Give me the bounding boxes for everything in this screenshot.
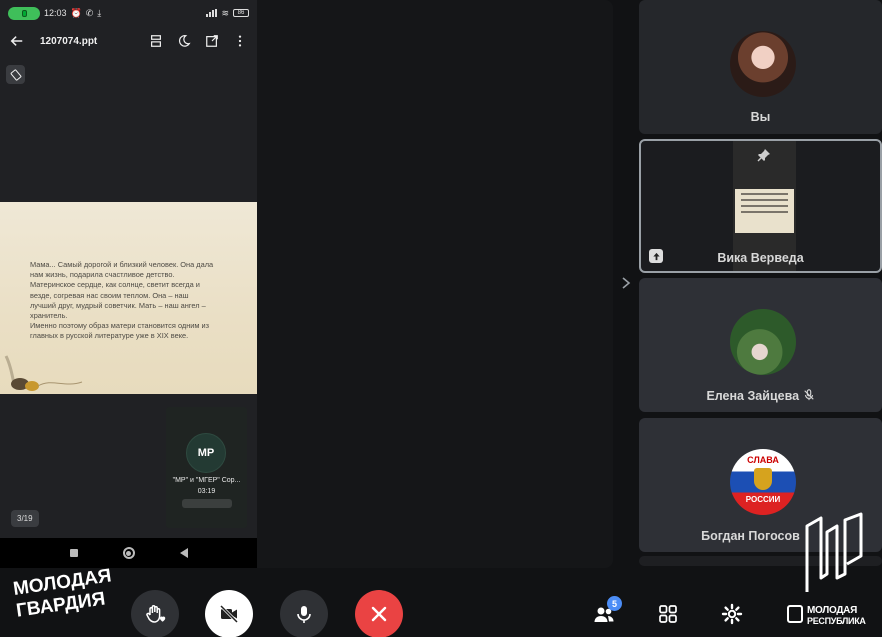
status-time: 12:03 xyxy=(44,8,67,18)
participant-name: Вика Верведа xyxy=(717,251,804,265)
phone-status-bar: 12:03 ⏰ ✆ ⤓ ≋ 86 xyxy=(0,0,257,26)
raise-hand-button[interactable] xyxy=(131,590,179,637)
ongoing-call-icon xyxy=(8,6,40,20)
shared-screen: 12:03 ⏰ ✆ ⤓ ≋ 86 1207074.ppt Мама... Сам… xyxy=(0,0,257,568)
participant-name-text: Елена Зайцева xyxy=(706,389,800,403)
night-mode-icon[interactable] xyxy=(175,32,193,50)
doc-app-bar: 1207074.ppt xyxy=(0,26,257,56)
wifi-icon: ≋ xyxy=(221,7,229,18)
open-external-icon[interactable] xyxy=(203,32,221,50)
slide-line: Именно поэтому образ матери становится о… xyxy=(30,321,210,331)
blurred-text xyxy=(182,499,232,508)
camera-toggle-button[interactable] xyxy=(205,590,253,637)
page-view-icon[interactable] xyxy=(147,32,165,50)
molodaya-gvardiya-logo: МОЛОДАЯ ГВАРДИЯ xyxy=(12,565,113,621)
video-logo: МР xyxy=(186,433,226,473)
participant-tile[interactable]: Елена Зайцева xyxy=(639,278,882,412)
recents-icon[interactable] xyxy=(69,549,78,557)
avatar-bottom-text: РОССИИ xyxy=(745,495,781,504)
slide-line: лучший друг, мудрый советчик. Мать – наш… xyxy=(30,300,206,310)
avatar xyxy=(730,31,796,97)
home-icon[interactable] xyxy=(122,547,135,559)
call-controls-bar xyxy=(0,568,882,637)
mic-off-icon xyxy=(803,389,814,401)
mp-logo-mark xyxy=(805,512,863,592)
alarm-icon: ⏰ xyxy=(70,7,82,18)
chat-video-thumbnail[interactable]: МР "МР" и "МГЕР" Сор... 03:19 xyxy=(166,407,247,528)
participant-name: Елена Зайцева xyxy=(639,389,882,403)
back-arrow-icon[interactable] xyxy=(8,32,26,50)
coat-of-arms-icon xyxy=(754,468,772,490)
chevron-right-icon[interactable] xyxy=(620,276,632,290)
rotate-icon[interactable] xyxy=(6,65,25,84)
participant-tile-presenter[interactable]: Вика Верведа xyxy=(639,139,882,273)
close-icon xyxy=(371,606,387,622)
microphone-toggle-button[interactable] xyxy=(280,590,328,637)
battery-icon: 86 xyxy=(233,9,249,17)
molodaya-respublika-logo: МОЛОДАЯ РЕСПУБЛИКА xyxy=(785,512,880,632)
quill-inkwell-decoration xyxy=(4,355,83,391)
more-menu-icon[interactable] xyxy=(231,32,249,50)
leave-call-button[interactable] xyxy=(355,590,403,637)
grid-icon xyxy=(659,605,677,623)
video-caption: "МР" и "МГЕР" Сор... xyxy=(172,477,241,484)
slide-line: Мама... Самый дорогой и близкий человек.… xyxy=(30,260,214,269)
hand-icon xyxy=(146,605,166,623)
slide-line: везде, согревая нас своим теплом. Она – … xyxy=(30,290,189,300)
brand-box-icon xyxy=(787,605,803,623)
microphone-icon xyxy=(297,606,311,623)
avatar-top-text: СЛАВА xyxy=(747,455,779,465)
brand-right-line2: РЕСПУБЛИКА xyxy=(807,616,866,626)
settings-button[interactable] xyxy=(718,600,746,628)
avatar xyxy=(730,309,796,375)
download-icon: ⤓ xyxy=(97,7,102,18)
participant-tile-self[interactable]: Вы xyxy=(639,0,882,134)
slide-line: Материнское сердце, как солнце, светит в… xyxy=(30,280,200,290)
brand-right-line1: МОЛОДАЯ xyxy=(807,605,857,616)
participants-button[interactable]: 5 xyxy=(590,596,622,628)
participant-name: Вы xyxy=(750,110,771,124)
presentation-stage xyxy=(257,0,613,568)
layout-button[interactable] xyxy=(654,600,682,628)
slide-text: Мама... Самый дорогой и близкий человек.… xyxy=(30,260,252,342)
participants-count-badge: 5 xyxy=(607,596,622,611)
phone-icon: ✆ xyxy=(85,7,94,18)
pin-icon[interactable] xyxy=(757,148,771,162)
video-duration: 03:19 xyxy=(197,488,216,495)
avatar: СЛАВА РОССИИ xyxy=(730,449,796,515)
page-indicator: 3/19 xyxy=(11,510,39,527)
camera-off-icon xyxy=(219,604,239,624)
signal-icon xyxy=(206,9,218,17)
slide-line: хранитель. xyxy=(30,311,68,321)
slide-line: главных в русской литературе уже в XIX в… xyxy=(30,331,189,341)
presentation-slide: Мама... Самый дорогой и близкий человек.… xyxy=(0,202,257,394)
gear-icon xyxy=(721,603,743,625)
doc-file-name: 1207074.ppt xyxy=(40,35,98,47)
back-icon[interactable] xyxy=(179,548,188,558)
slide-line: нам жизнь, подарила счастливое детство. xyxy=(30,270,175,280)
video-conference-screen: 12:03 ⏰ ✆ ⤓ ≋ 86 1207074.ppt Мама... Сам… xyxy=(0,0,882,637)
